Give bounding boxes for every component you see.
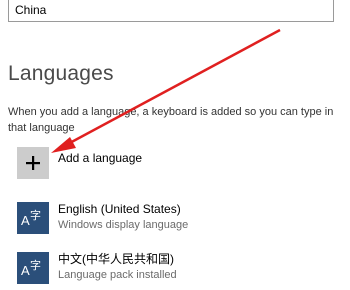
annotation-arrow: [51, 28, 281, 153]
language-icon: A 字: [17, 252, 49, 284]
language-status: Language pack installed: [58, 269, 177, 281]
svg-text:字: 字: [30, 208, 41, 222]
language-item-chinese[interactable]: A 字 中文(中华人民共和国) Language pack installed: [17, 252, 177, 284]
plus-icon[interactable]: [17, 147, 49, 179]
svg-text:字: 字: [30, 258, 41, 272]
language-icon: A 字: [17, 202, 49, 234]
section-title: Languages: [8, 62, 114, 85]
svg-text:A: A: [21, 213, 30, 228]
languages-description: When you add a language, a keyboard is a…: [8, 106, 334, 134]
region-dropdown[interactable]: China: [8, 0, 334, 22]
language-item-english[interactable]: A 字 English (United States) Windows disp…: [17, 202, 188, 234]
region-value: China: [15, 3, 47, 17]
add-language-button[interactable]: Add a language: [17, 147, 142, 179]
language-status: Windows display language: [58, 219, 189, 231]
add-language-label[interactable]: Add a language: [58, 151, 142, 165]
language-name: English (United States): [58, 202, 181, 216]
language-name: 中文(中华人民共和国): [58, 252, 174, 266]
svg-text:A: A: [21, 263, 30, 278]
